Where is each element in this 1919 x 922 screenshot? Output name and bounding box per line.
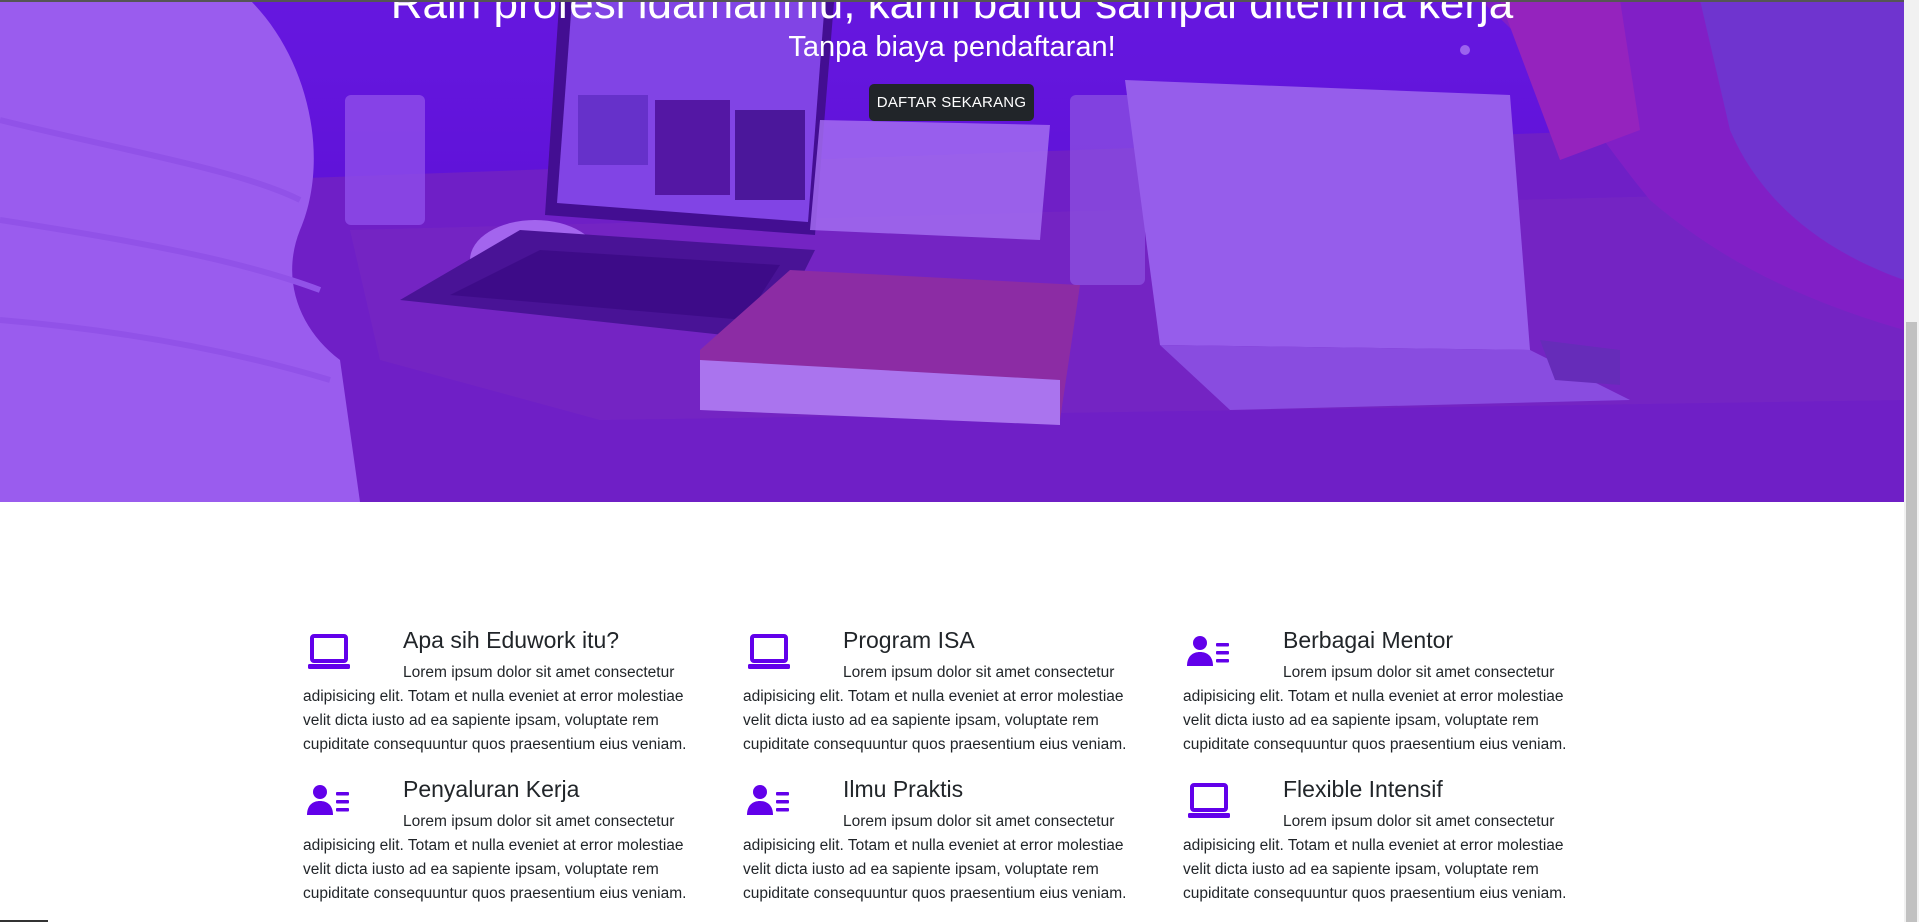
feature-title: Apa sih Eduwork itu?: [403, 627, 620, 653]
feature-title: Ilmu Praktis: [843, 776, 964, 802]
vertical-scrollbar[interactable]: [1904, 0, 1919, 922]
feature-description: Lorem ipsum dolor sit amet consectetur a…: [303, 813, 687, 902]
feature-description: Lorem ipsum dolor sit amet consectetur a…: [1183, 664, 1567, 753]
hero-subtitle: Tanpa biaya pendaftaran!: [788, 31, 1116, 63]
feature-description: Lorem ipsum dolor sit amet consectetur a…: [1183, 813, 1567, 902]
feature-title: Berbagai Mentor: [1283, 627, 1454, 653]
window-top-border: [0, 0, 1919, 2]
feature-title: Program ISA: [843, 627, 975, 653]
feature-description: Lorem ipsum dolor sit amet consectetur a…: [743, 664, 1127, 753]
feature-title: Penyaluran Kerja: [403, 776, 580, 802]
hero-overlay: [0, 0, 1904, 502]
features-section: Apa sih Eduwork itu? Lorem ipsum dolor si…: [0, 502, 1904, 922]
register-now-button[interactable]: DAFTAR SEKARANG: [869, 84, 1034, 121]
feature-title: Flexible Intensif: [1283, 776, 1443, 802]
scrollbar-thumb[interactable]: [1906, 322, 1917, 922]
feature-description: Lorem ipsum dolor sit amet consectetur a…: [303, 664, 687, 753]
hero-section: Raih profesi idamanmu, kami bantu sampai…: [0, 0, 1904, 502]
feature-description: Lorem ipsum dolor sit amet consectetur a…: [743, 813, 1127, 902]
hero-title: Raih profesi idamanmu, kami bantu sampai…: [390, 0, 1514, 28]
